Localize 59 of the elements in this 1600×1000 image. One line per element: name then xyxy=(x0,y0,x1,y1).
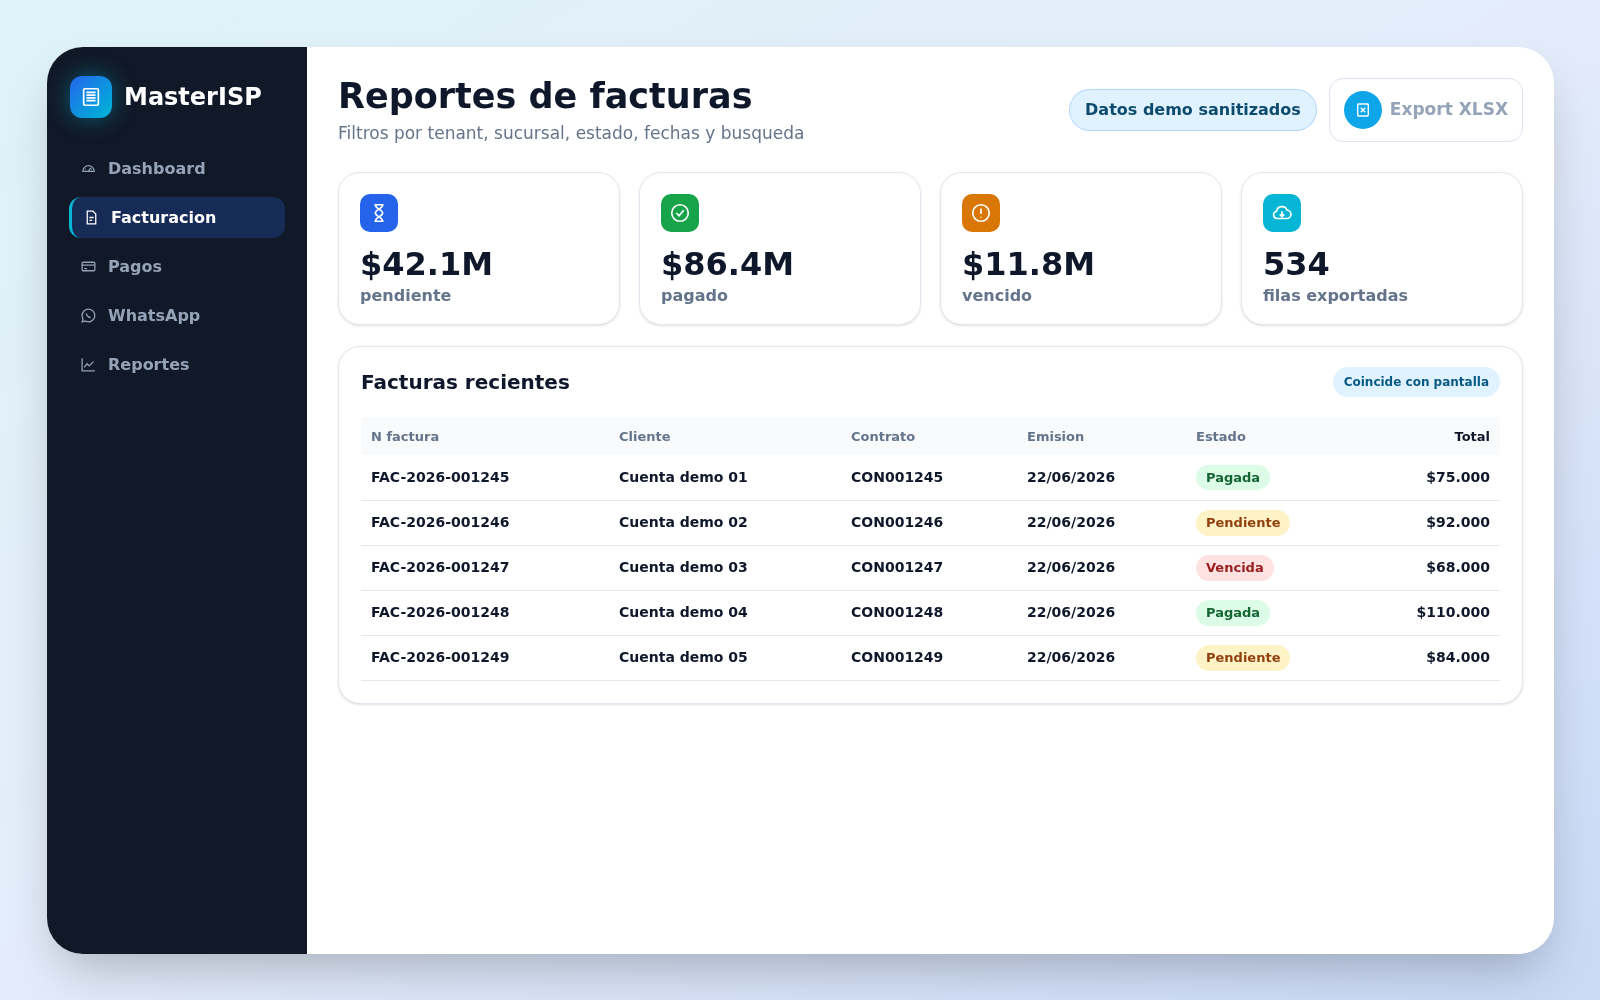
card-title: Facturas recientes xyxy=(361,369,570,397)
stat-value: 534 xyxy=(1263,244,1331,285)
table-cell: 22/06/2026 xyxy=(1017,590,1186,636)
table-cell: CON001248 xyxy=(841,590,1017,636)
table-cell: $84.000 xyxy=(1358,635,1500,681)
table-cell: Cuenta demo 04 xyxy=(609,590,841,636)
column-header: N factura xyxy=(361,417,609,456)
brand-name: MasterISP xyxy=(124,82,262,113)
page-title: Reportes de facturas xyxy=(338,75,754,118)
status-badge: Vencida xyxy=(1196,555,1274,581)
table-cell: CON001245 xyxy=(841,455,1017,501)
stat-value: $11.8M xyxy=(962,244,1097,285)
spreadsheet-icon xyxy=(1343,91,1382,129)
table-cell: CON001246 xyxy=(841,500,1017,546)
table-cell: Cuenta demo 05 xyxy=(609,635,841,681)
logo-icon xyxy=(70,76,112,118)
stat-label: pendiente xyxy=(360,285,453,308)
table-cell: $110.000 xyxy=(1358,590,1500,636)
nav-item[interactable]: WhatsApp xyxy=(69,295,285,336)
nav-item[interactable]: Facturacion xyxy=(69,197,285,238)
table-cell: $68.000 xyxy=(1358,545,1500,591)
table-cell: FAC-2026-001245 xyxy=(361,455,609,501)
column-header: Emision xyxy=(1017,417,1186,456)
stat-label: filas exportadas xyxy=(1263,285,1409,308)
column-header: Contrato xyxy=(841,417,1017,456)
page-subtitle: Filtros por tenant, sucursal, estado, fechas y busqueda xyxy=(338,121,805,145)
table-cell: CON001249 xyxy=(841,635,1017,681)
table-cell: FAC-2026-001249 xyxy=(361,635,609,681)
nav-item[interactable]: Dashboard xyxy=(69,148,285,189)
table-cell: 22/06/2026 xyxy=(1017,455,1186,501)
table-cell: Cuenta demo 02 xyxy=(609,500,841,546)
column-header: Total xyxy=(1358,417,1500,456)
table-cell: 22/06/2026 xyxy=(1017,500,1186,546)
chart-icon xyxy=(80,356,97,373)
table-cell: FAC-2026-001248 xyxy=(361,590,609,636)
column-header: Estado xyxy=(1186,417,1359,456)
table-cell: Cuenta demo 01 xyxy=(609,455,841,501)
stat-value: $86.4M xyxy=(661,244,796,285)
chat-icon xyxy=(80,307,97,324)
table-cell: 22/06/2026 xyxy=(1017,545,1186,591)
table-cell: $75.000 xyxy=(1358,455,1500,501)
table-cell: Cuenta demo 03 xyxy=(609,545,841,591)
stat-label: pagado xyxy=(661,285,729,308)
nav-item[interactable]: Reportes xyxy=(69,344,285,385)
status-badge: Pendiente xyxy=(1196,510,1291,536)
match-badge: Coincide con pantalla xyxy=(1332,367,1500,398)
stat-value: $42.1M xyxy=(360,244,495,285)
status-badge: Pagada xyxy=(1196,600,1271,626)
table-cell: FAC-2026-001247 xyxy=(361,545,609,591)
demo-badge: Datos demo sanitizados xyxy=(1069,89,1317,131)
nav-item[interactable]: Pagos xyxy=(69,246,285,287)
column-header: Cliente xyxy=(609,417,841,456)
table-cell: CON001247 xyxy=(841,545,1017,591)
table-cell: 22/06/2026 xyxy=(1017,635,1186,681)
status-badge: Pendiente xyxy=(1196,645,1291,671)
stat-label: vencido xyxy=(962,285,1034,308)
status-badge: Pagada xyxy=(1196,464,1271,491)
table-cell: $92.000 xyxy=(1358,500,1500,546)
table-cell: FAC-2026-001246 xyxy=(361,500,609,546)
